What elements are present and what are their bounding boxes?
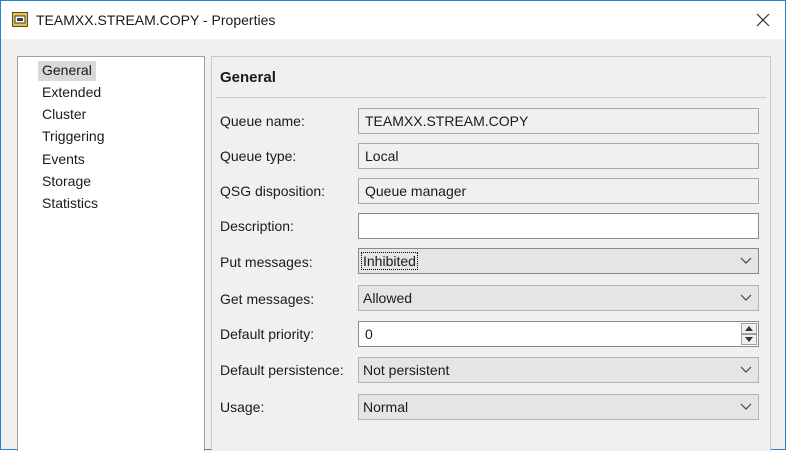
default-persistence-label: Default persistence: bbox=[220, 362, 344, 378]
queue-name-label: Queue name: bbox=[220, 113, 305, 129]
chevron-down-icon bbox=[740, 294, 752, 301]
nav-item-general[interactable]: General bbox=[38, 61, 96, 81]
usage-select[interactable]: Normal bbox=[358, 394, 759, 420]
close-button[interactable] bbox=[747, 5, 779, 35]
nav-item-triggering[interactable]: Triggering bbox=[38, 127, 109, 147]
arrow-down-icon bbox=[745, 337, 753, 342]
default-priority-spinner[interactable]: 0 bbox=[358, 321, 759, 347]
default-priority-label: Default priority: bbox=[220, 326, 315, 342]
properties-dialog: TEAMXX.STREAM.COPY - Properties General … bbox=[0, 0, 786, 451]
spin-up-button[interactable] bbox=[741, 323, 757, 334]
chevron-down-icon bbox=[740, 257, 752, 264]
close-icon bbox=[756, 13, 770, 27]
default-persistence-value: Not persistent bbox=[363, 362, 450, 378]
queue-name-field: TEAMXX.STREAM.COPY bbox=[358, 108, 759, 134]
queue-type-label: Queue type: bbox=[220, 148, 297, 164]
spin-down-button[interactable] bbox=[741, 334, 757, 345]
usage-value: Normal bbox=[363, 399, 409, 415]
nav-item-events[interactable]: Events bbox=[38, 150, 89, 170]
description-input[interactable] bbox=[358, 213, 759, 239]
qsg-disposition-label: QSG disposition: bbox=[220, 183, 326, 199]
window-title: TEAMXX.STREAM.COPY - Properties bbox=[36, 12, 276, 28]
arrow-up-icon bbox=[745, 326, 753, 331]
section-divider bbox=[216, 97, 766, 98]
usage-label: Usage: bbox=[220, 399, 265, 415]
description-label: Description: bbox=[220, 218, 294, 234]
section-title: General bbox=[220, 69, 276, 86]
chevron-down-icon bbox=[740, 403, 752, 410]
get-messages-select[interactable]: Allowed bbox=[358, 285, 759, 311]
default-priority-value[interactable]: 0 bbox=[365, 326, 373, 342]
chevron-down-icon bbox=[740, 366, 752, 373]
qsg-disposition-field: Queue manager bbox=[358, 178, 759, 204]
get-messages-value: Allowed bbox=[363, 290, 413, 306]
default-persistence-select[interactable]: Not persistent bbox=[358, 357, 759, 383]
nav-item-statistics[interactable]: Statistics bbox=[38, 194, 102, 214]
nav-item-cluster[interactable]: Cluster bbox=[38, 105, 90, 125]
queue-app-icon bbox=[12, 12, 28, 27]
put-messages-select[interactable]: Inhibited bbox=[358, 248, 759, 274]
put-messages-label: Put messages: bbox=[220, 254, 313, 270]
property-page-list: General Extended Cluster Triggering Even… bbox=[17, 56, 205, 451]
general-page: General Queue name: TEAMXX.STREAM.COPY Q… bbox=[211, 56, 771, 451]
put-messages-value: Inhibited bbox=[361, 252, 418, 270]
title-bar: TEAMXX.STREAM.COPY - Properties bbox=[1, 1, 785, 39]
nav-item-extended[interactable]: Extended bbox=[38, 83, 105, 103]
get-messages-label: Get messages: bbox=[220, 291, 315, 307]
nav-item-storage[interactable]: Storage bbox=[38, 172, 95, 192]
queue-type-field: Local bbox=[358, 143, 759, 169]
